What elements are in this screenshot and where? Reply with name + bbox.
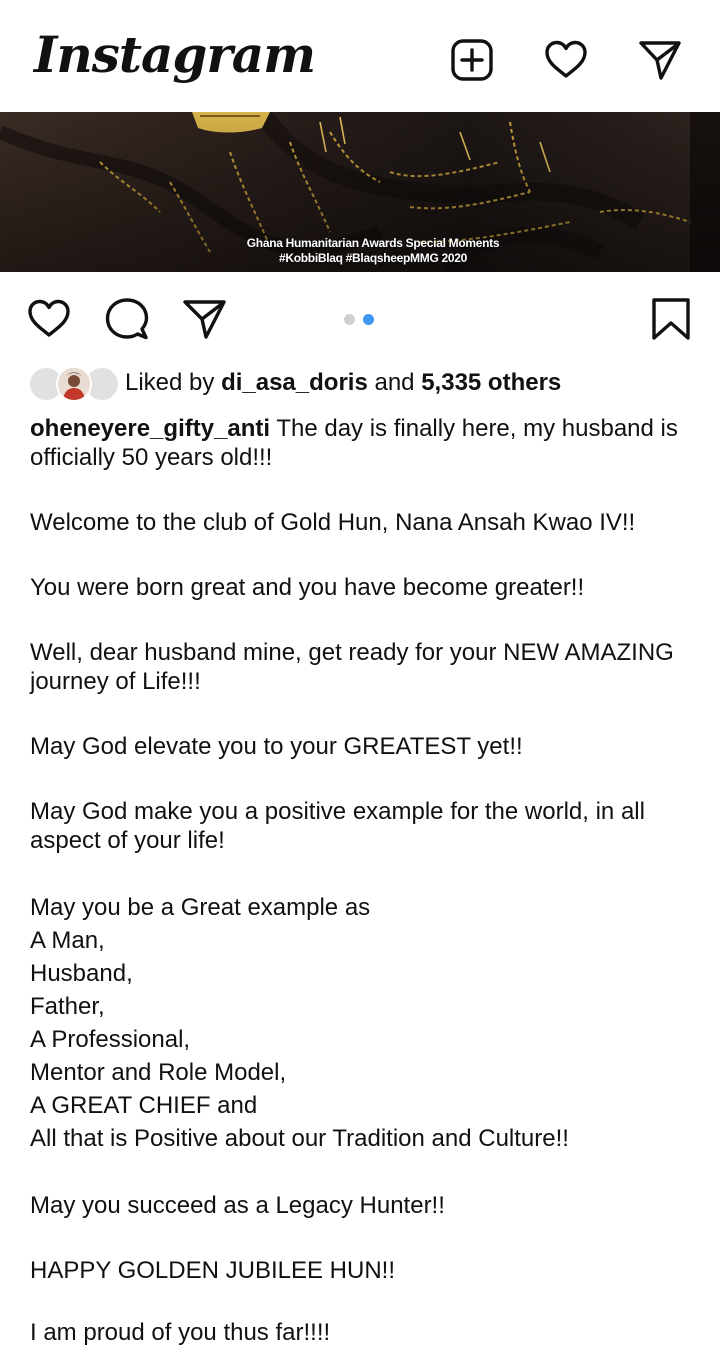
like-icon[interactable]	[26, 296, 72, 342]
post-media-image[interactable]: Ghana Humanitarian Awards Special Moment…	[0, 112, 720, 272]
caption-list-line: Father,	[30, 993, 105, 1020]
caption-list: May you be a Great example as A Man, Hus…	[30, 891, 700, 1155]
caption-list-line: Husband,	[30, 960, 133, 987]
caption-paragraph: You were born great and you have become …	[30, 574, 585, 601]
comment-icon[interactable]	[104, 296, 150, 342]
share-icon[interactable]	[182, 296, 228, 342]
caption-list-line: A GREAT CHIEF and	[30, 1092, 258, 1119]
carousel-indicator	[344, 314, 382, 326]
liker-avatars[interactable]	[28, 366, 120, 402]
caption-list-line: A Professional,	[30, 1026, 191, 1053]
media-caption-line-2: #KobbiBlaq #BlaqsheepMMG 2020	[278, 251, 468, 265]
post-author-username[interactable]: oheneyere_gifty_anti	[30, 415, 270, 442]
carousel-dot-active	[363, 314, 374, 325]
media-caption-line-1: Ghana Humanitarian Awards Special Moment…	[246, 236, 500, 250]
avatar	[56, 366, 92, 402]
caption-list-line: All that is Positive about our Tradition…	[30, 1125, 569, 1152]
caption-paragraph: Welcome to the club of Gold Hun, Nana An…	[30, 509, 636, 536]
liker-username-link[interactable]: di_asa_doris	[221, 369, 368, 396]
direct-message-icon[interactable]	[637, 37, 683, 83]
likes-summary[interactable]: Liked by di_asa_doris and 5,335 others	[125, 368, 561, 398]
add-post-icon[interactable]	[449, 37, 495, 83]
caption-paragraph: HAPPY GOLDEN JUBILEE HUN!!	[30, 1257, 395, 1284]
carousel-dot	[344, 314, 355, 325]
activity-heart-icon[interactable]	[543, 37, 589, 83]
likes-others-link[interactable]: 5,335 others	[421, 369, 561, 396]
caption-list-line: May you be a Great example as	[30, 894, 371, 921]
instagram-logo[interactable]: Instagram	[34, 20, 316, 90]
post-action-bar	[0, 272, 720, 364]
post-caption: oheneyere_gifty_anti The day is finally …	[30, 414, 700, 1321]
caption-paragraph: Well, dear husband mine, get ready for y…	[30, 639, 674, 695]
caption-paragraph: May God make you a positive example for …	[30, 798, 645, 854]
caption-intro: oheneyere_gifty_anti The day is finally …	[30, 414, 700, 472]
caption-list-line: Mentor and Role Model,	[30, 1059, 287, 1086]
likes-row[interactable]: Liked by di_asa_doris and 5,335 others	[28, 364, 708, 404]
likes-connector: and	[374, 369, 415, 396]
save-icon[interactable]	[648, 296, 694, 342]
media-caption: Ghana Humanitarian Awards Special Moment…	[0, 236, 720, 266]
caption-paragraph: May you succeed as a Legacy Hunter!!	[30, 1192, 445, 1219]
likes-prefix: Liked by	[125, 369, 215, 396]
caption-paragraph: May God elevate you to your GREATEST yet…	[30, 733, 523, 760]
caption-cut-off-line: I am proud of you thus far!!!!	[30, 1319, 331, 1346]
caption-list-line: A Man,	[30, 927, 105, 954]
app-header: Instagram	[0, 0, 720, 112]
